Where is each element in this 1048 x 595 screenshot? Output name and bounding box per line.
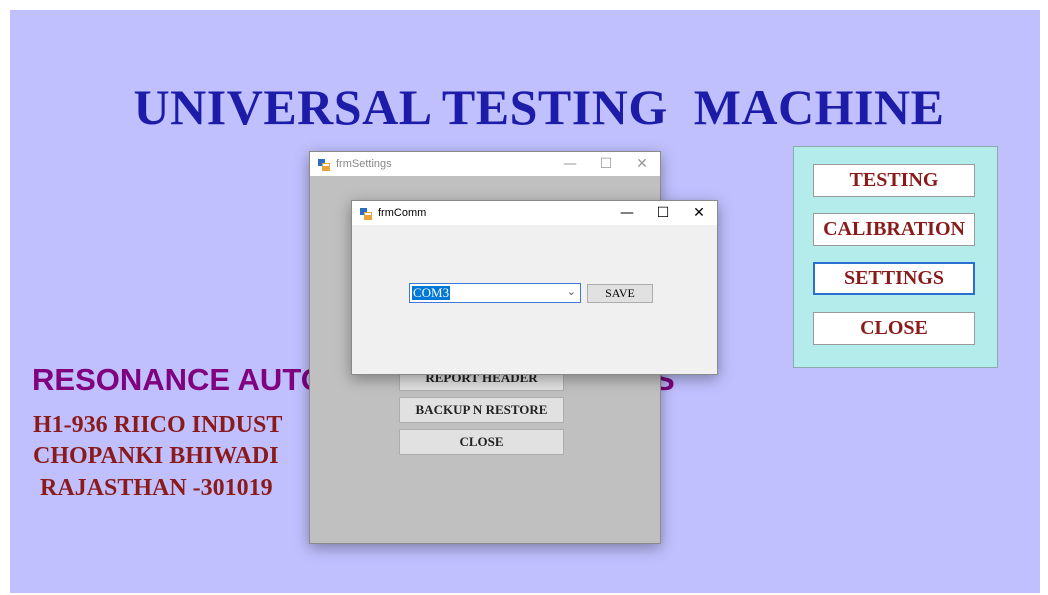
- address-line-2: CHOPANKI BHIWADI: [33, 443, 279, 469]
- company-name: RESONANCE AUTO: [32, 362, 325, 397]
- dropdown-arrow-icon[interactable]: ⌄: [567, 285, 576, 298]
- page-title: UNIVERSAL TESTING MACHINE: [133, 79, 945, 135]
- save-button[interactable]: SAVE: [587, 284, 653, 303]
- comm-window: frmComm — ☐ ✕ COM3 ⌄ SAVE: [351, 200, 718, 375]
- backup-restore-button[interactable]: BACKUP N RESTORE: [399, 397, 564, 423]
- settings-close-button[interactable]: CLOSE: [399, 429, 564, 455]
- app-form-icon: [360, 207, 372, 220]
- com-port-select[interactable]: COM3 ⌄: [409, 283, 581, 303]
- com-port-value: COM3: [412, 285, 451, 300]
- minimize-icon[interactable]: —: [552, 152, 588, 176]
- minimize-icon[interactable]: —: [609, 201, 645, 225]
- app-form-icon: [318, 158, 330, 171]
- main-menu-panel: TESTING CALIBRATION SETTINGS CLOSE: [793, 146, 998, 368]
- desktop-background: UNIVERSAL TESTING MACHINE RESONANCE AUTO…: [10, 10, 1040, 593]
- comm-titlebar[interactable]: frmComm — ☐ ✕: [352, 201, 717, 225]
- maximize-icon[interactable]: ☐: [588, 152, 624, 176]
- address-line-1: H1-936 RIICO INDUST: [33, 412, 283, 438]
- address-line-3: RAJASTHAN -301019: [40, 475, 273, 501]
- settings-button[interactable]: SETTINGS: [813, 262, 975, 295]
- close-icon[interactable]: ✕: [681, 201, 717, 225]
- settings-window-title: frmSettings: [336, 158, 392, 170]
- close-button[interactable]: CLOSE: [813, 312, 975, 345]
- comm-window-title: frmComm: [378, 207, 427, 219]
- maximize-icon[interactable]: ☐: [645, 201, 681, 225]
- settings-titlebar[interactable]: frmSettings — ☐ ✕: [310, 152, 660, 176]
- calibration-button[interactable]: CALIBRATION: [813, 213, 975, 246]
- testing-button[interactable]: TESTING: [813, 164, 975, 197]
- close-icon[interactable]: ✕: [624, 152, 660, 176]
